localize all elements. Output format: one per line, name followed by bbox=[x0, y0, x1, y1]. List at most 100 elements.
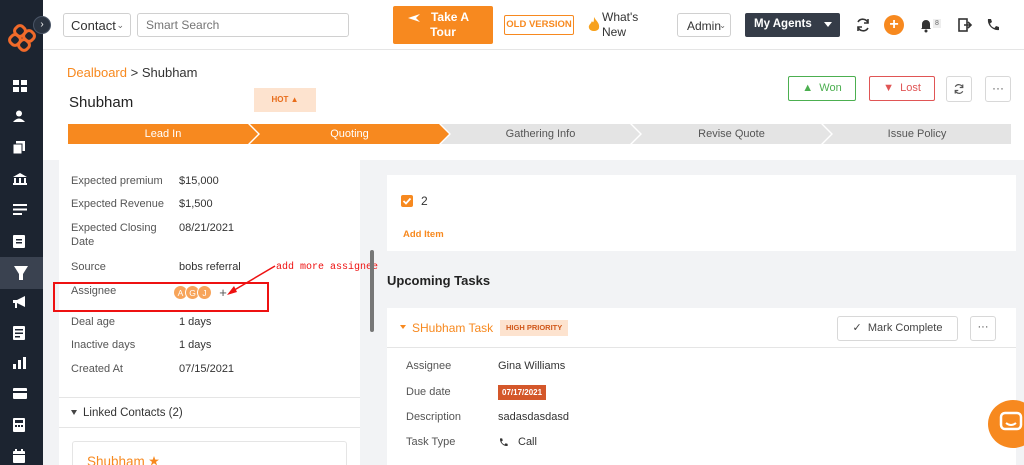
task-assignee-value: Gina Williams bbox=[498, 360, 566, 372]
annotation-arrow bbox=[227, 265, 276, 295]
linked-contacts-toggle[interactable]: Linked Contacts (2) bbox=[71, 407, 183, 419]
mark-complete-button[interactable]: ✓ Mark Complete bbox=[837, 316, 958, 341]
contact-type-select[interactable]: Contact ⌄ bbox=[63, 13, 131, 37]
caret-down-icon[interactable] bbox=[400, 325, 406, 329]
annotation-text: add more assignee bbox=[276, 262, 379, 273]
my-agents-dropdown[interactable]: My Agents bbox=[745, 13, 840, 37]
phone-icon[interactable] bbox=[985, 17, 1001, 33]
my-agents-label: My Agents bbox=[754, 18, 812, 30]
deal-refresh-button[interactable] bbox=[946, 76, 972, 102]
contact-type-value: Contact bbox=[71, 18, 116, 33]
contacts-icon[interactable] bbox=[13, 110, 29, 124]
stage-issue-policy[interactable]: Issue Policy bbox=[823, 124, 1011, 144]
chevron-down-icon: ⌄ bbox=[116, 20, 124, 30]
lost-button[interactable]: ▼ Lost bbox=[869, 76, 935, 101]
closing-date-label-line1: Expected Closing bbox=[71, 222, 157, 234]
thumbs-up-icon: ▲ bbox=[802, 82, 814, 94]
mark-complete-label: Mark Complete bbox=[867, 322, 943, 334]
inactive-days-value: 1 days bbox=[179, 339, 212, 351]
check-icon: ✓ bbox=[852, 322, 862, 334]
task-header: SHubham Task HIGH PRIORITY ✓ Mark Comple… bbox=[387, 308, 1016, 348]
chat-icon bbox=[999, 411, 1023, 431]
breadcrumb: Dealboard > Shubham bbox=[67, 65, 198, 80]
upcoming-tasks-heading: Upcoming Tasks bbox=[387, 273, 491, 288]
section-divider bbox=[59, 397, 360, 398]
funnel-icon[interactable] bbox=[0, 257, 43, 289]
checklist-checkbox[interactable] bbox=[401, 195, 413, 207]
linked-contact-name[interactable]: Shubham bbox=[87, 454, 145, 465]
source-label: Source bbox=[71, 261, 106, 273]
calculator-icon[interactable] bbox=[13, 418, 29, 432]
admin-select[interactable]: Admin ⌄ bbox=[677, 13, 731, 37]
clipboard-icon[interactable] bbox=[13, 234, 29, 248]
logo-icon[interactable] bbox=[8, 24, 36, 52]
won-label: Won bbox=[819, 82, 842, 94]
checklist-card: 2 Add Item bbox=[387, 175, 1016, 251]
bank-icon[interactable] bbox=[13, 173, 29, 187]
megaphone-icon[interactable] bbox=[13, 296, 29, 310]
closing-date-value: 08/21/2021 bbox=[179, 222, 235, 234]
dashboard-icon[interactable] bbox=[13, 80, 29, 94]
whats-new-line2: New bbox=[602, 25, 627, 39]
quick-add-button[interactable]: + bbox=[884, 15, 904, 35]
breadcrumb-separator: > bbox=[130, 65, 139, 80]
task-due-badge: 07/17/2021 bbox=[498, 385, 547, 400]
task-type-label: Task Type bbox=[406, 436, 456, 448]
card-icon[interactable] bbox=[13, 388, 29, 402]
task-due-label: Due date bbox=[406, 386, 451, 398]
notification-count: 8 bbox=[933, 19, 941, 28]
sidebar-collapse-button[interactable]: › bbox=[33, 16, 51, 34]
add-item-link[interactable]: Add Item bbox=[403, 229, 444, 240]
task-title[interactable]: SHubham Task bbox=[412, 321, 493, 335]
report-icon[interactable] bbox=[13, 326, 29, 340]
stage-label: Revise Quote bbox=[698, 128, 765, 140]
stage-lead-in[interactable]: Lead In bbox=[68, 124, 258, 144]
section-divider bbox=[59, 427, 360, 428]
documents-icon[interactable] bbox=[13, 141, 29, 155]
deal-age-value: 1 days bbox=[179, 316, 212, 328]
deal-more-button[interactable]: ··· bbox=[985, 76, 1011, 102]
thumbs-up-icon: ▲ bbox=[290, 95, 299, 104]
breadcrumb-dealboard-link[interactable]: Dealboard bbox=[67, 65, 127, 80]
deal-details-card: Expected premium $15,000 Expected Revenu… bbox=[59, 160, 360, 465]
stage-label: Quoting bbox=[330, 128, 369, 140]
old-version-button[interactable]: OLD VERSION bbox=[504, 15, 574, 35]
whats-new-button[interactable]: What's New bbox=[588, 9, 658, 41]
checklist-item-label: 2 bbox=[421, 194, 428, 208]
task-description-value: sadasdasdasd bbox=[498, 411, 569, 423]
deal-temperature-dropdown[interactable]: HOT ▲ bbox=[254, 88, 316, 112]
stage-revise-quote[interactable]: Revise Quote bbox=[632, 124, 831, 144]
bell-icon[interactable] bbox=[918, 17, 934, 33]
closing-date-label-line2: Date bbox=[71, 236, 95, 248]
expected-premium-label: Expected premium bbox=[71, 175, 163, 187]
refresh-icon[interactable] bbox=[855, 17, 871, 33]
task-more-button[interactable]: ··· bbox=[970, 316, 996, 341]
deal-title: Shubham bbox=[69, 94, 134, 111]
stage-quoting[interactable]: Quoting bbox=[250, 124, 449, 144]
hot-label: HOT bbox=[271, 95, 289, 104]
created-at-value: 07/15/2021 bbox=[179, 363, 235, 375]
caret-down-icon bbox=[824, 22, 832, 27]
calendar-icon[interactable] bbox=[13, 449, 29, 463]
caret-down-icon bbox=[71, 410, 77, 416]
lost-label: Lost bbox=[900, 82, 921, 94]
phone-icon bbox=[499, 438, 508, 447]
won-button[interactable]: ▲ Won bbox=[788, 76, 856, 101]
smart-search-input[interactable] bbox=[137, 13, 349, 37]
top-header: Contact ⌄ Take A Tour OLD VERSION What's… bbox=[43, 0, 1024, 50]
stage-gathering-info[interactable]: Gathering Info bbox=[441, 124, 640, 144]
chevron-down-icon: ⌄ bbox=[719, 21, 726, 30]
priority-badge: HIGH PRIORITY bbox=[500, 320, 569, 336]
take-a-tour-button[interactable]: Take A Tour bbox=[393, 6, 493, 44]
app-root: › Contact ⌄ Take A Tour OLD VERSION What… bbox=[0, 0, 1024, 465]
details-scrollbar[interactable] bbox=[370, 250, 374, 332]
logout-icon[interactable] bbox=[957, 17, 973, 33]
linked-contact-card[interactable]: Shubham bbox=[72, 441, 347, 465]
admin-select-value: Admin bbox=[687, 19, 722, 33]
whats-new-line1: What's bbox=[602, 10, 639, 24]
list-icon[interactable] bbox=[13, 204, 29, 218]
chart-icon[interactable] bbox=[13, 357, 29, 371]
task-description-label: Description bbox=[406, 411, 462, 423]
task-card: SHubham Task HIGH PRIORITY ✓ Mark Comple… bbox=[387, 308, 1016, 465]
thumbs-down-icon: ▼ bbox=[883, 82, 894, 94]
